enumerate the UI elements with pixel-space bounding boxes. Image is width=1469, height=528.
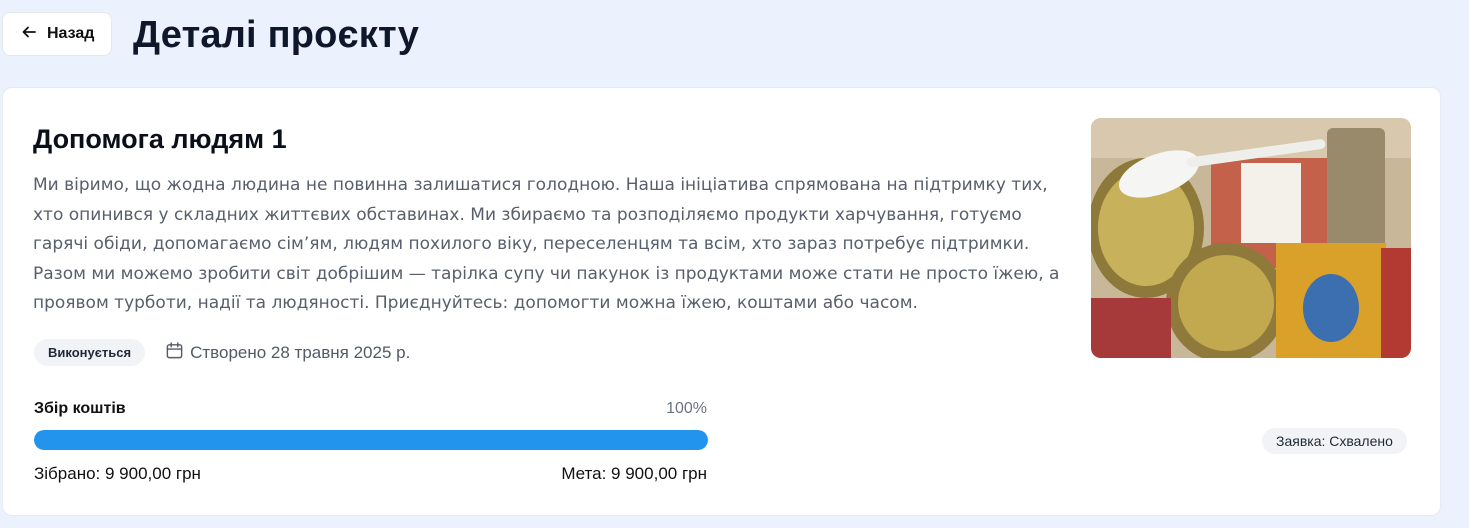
funding-progress-bar	[34, 430, 708, 450]
funding-label: Збір коштів	[34, 400, 126, 417]
project-image[interactable]	[1091, 118, 1411, 358]
back-button-label: Назад	[47, 25, 95, 42]
calendar-icon	[165, 341, 184, 365]
created-date-text: Створено 28 травня 2025 р.	[190, 342, 411, 362]
arrow-left-icon	[21, 24, 37, 45]
funding-collected: Зібрано: 9 900,00 грн	[34, 464, 201, 483]
funding-progress-fill	[34, 430, 708, 450]
page-title: Деталі проєкту	[133, 14, 420, 56]
project-description: Ми віримо, що жодна людина не повинна за…	[33, 175, 1060, 313]
project-meta: Виконується Створено 28 травня 2025 р.	[34, 339, 410, 366]
back-button[interactable]: Назад	[2, 12, 112, 56]
status-badge: Виконується	[34, 339, 146, 366]
project-card: Допомога людям 1 Ми віримо, що жодна люд…	[2, 87, 1441, 516]
created-date: Створено 28 травня 2025 р.	[165, 341, 410, 365]
project-title: Допомога людям 1	[33, 124, 287, 154]
application-status-badge: Заявка: Схвалено	[1262, 428, 1407, 454]
funding-goal: Мета: 9 900,00 грн	[561, 464, 707, 483]
funding-percent: 100%	[666, 400, 707, 417]
